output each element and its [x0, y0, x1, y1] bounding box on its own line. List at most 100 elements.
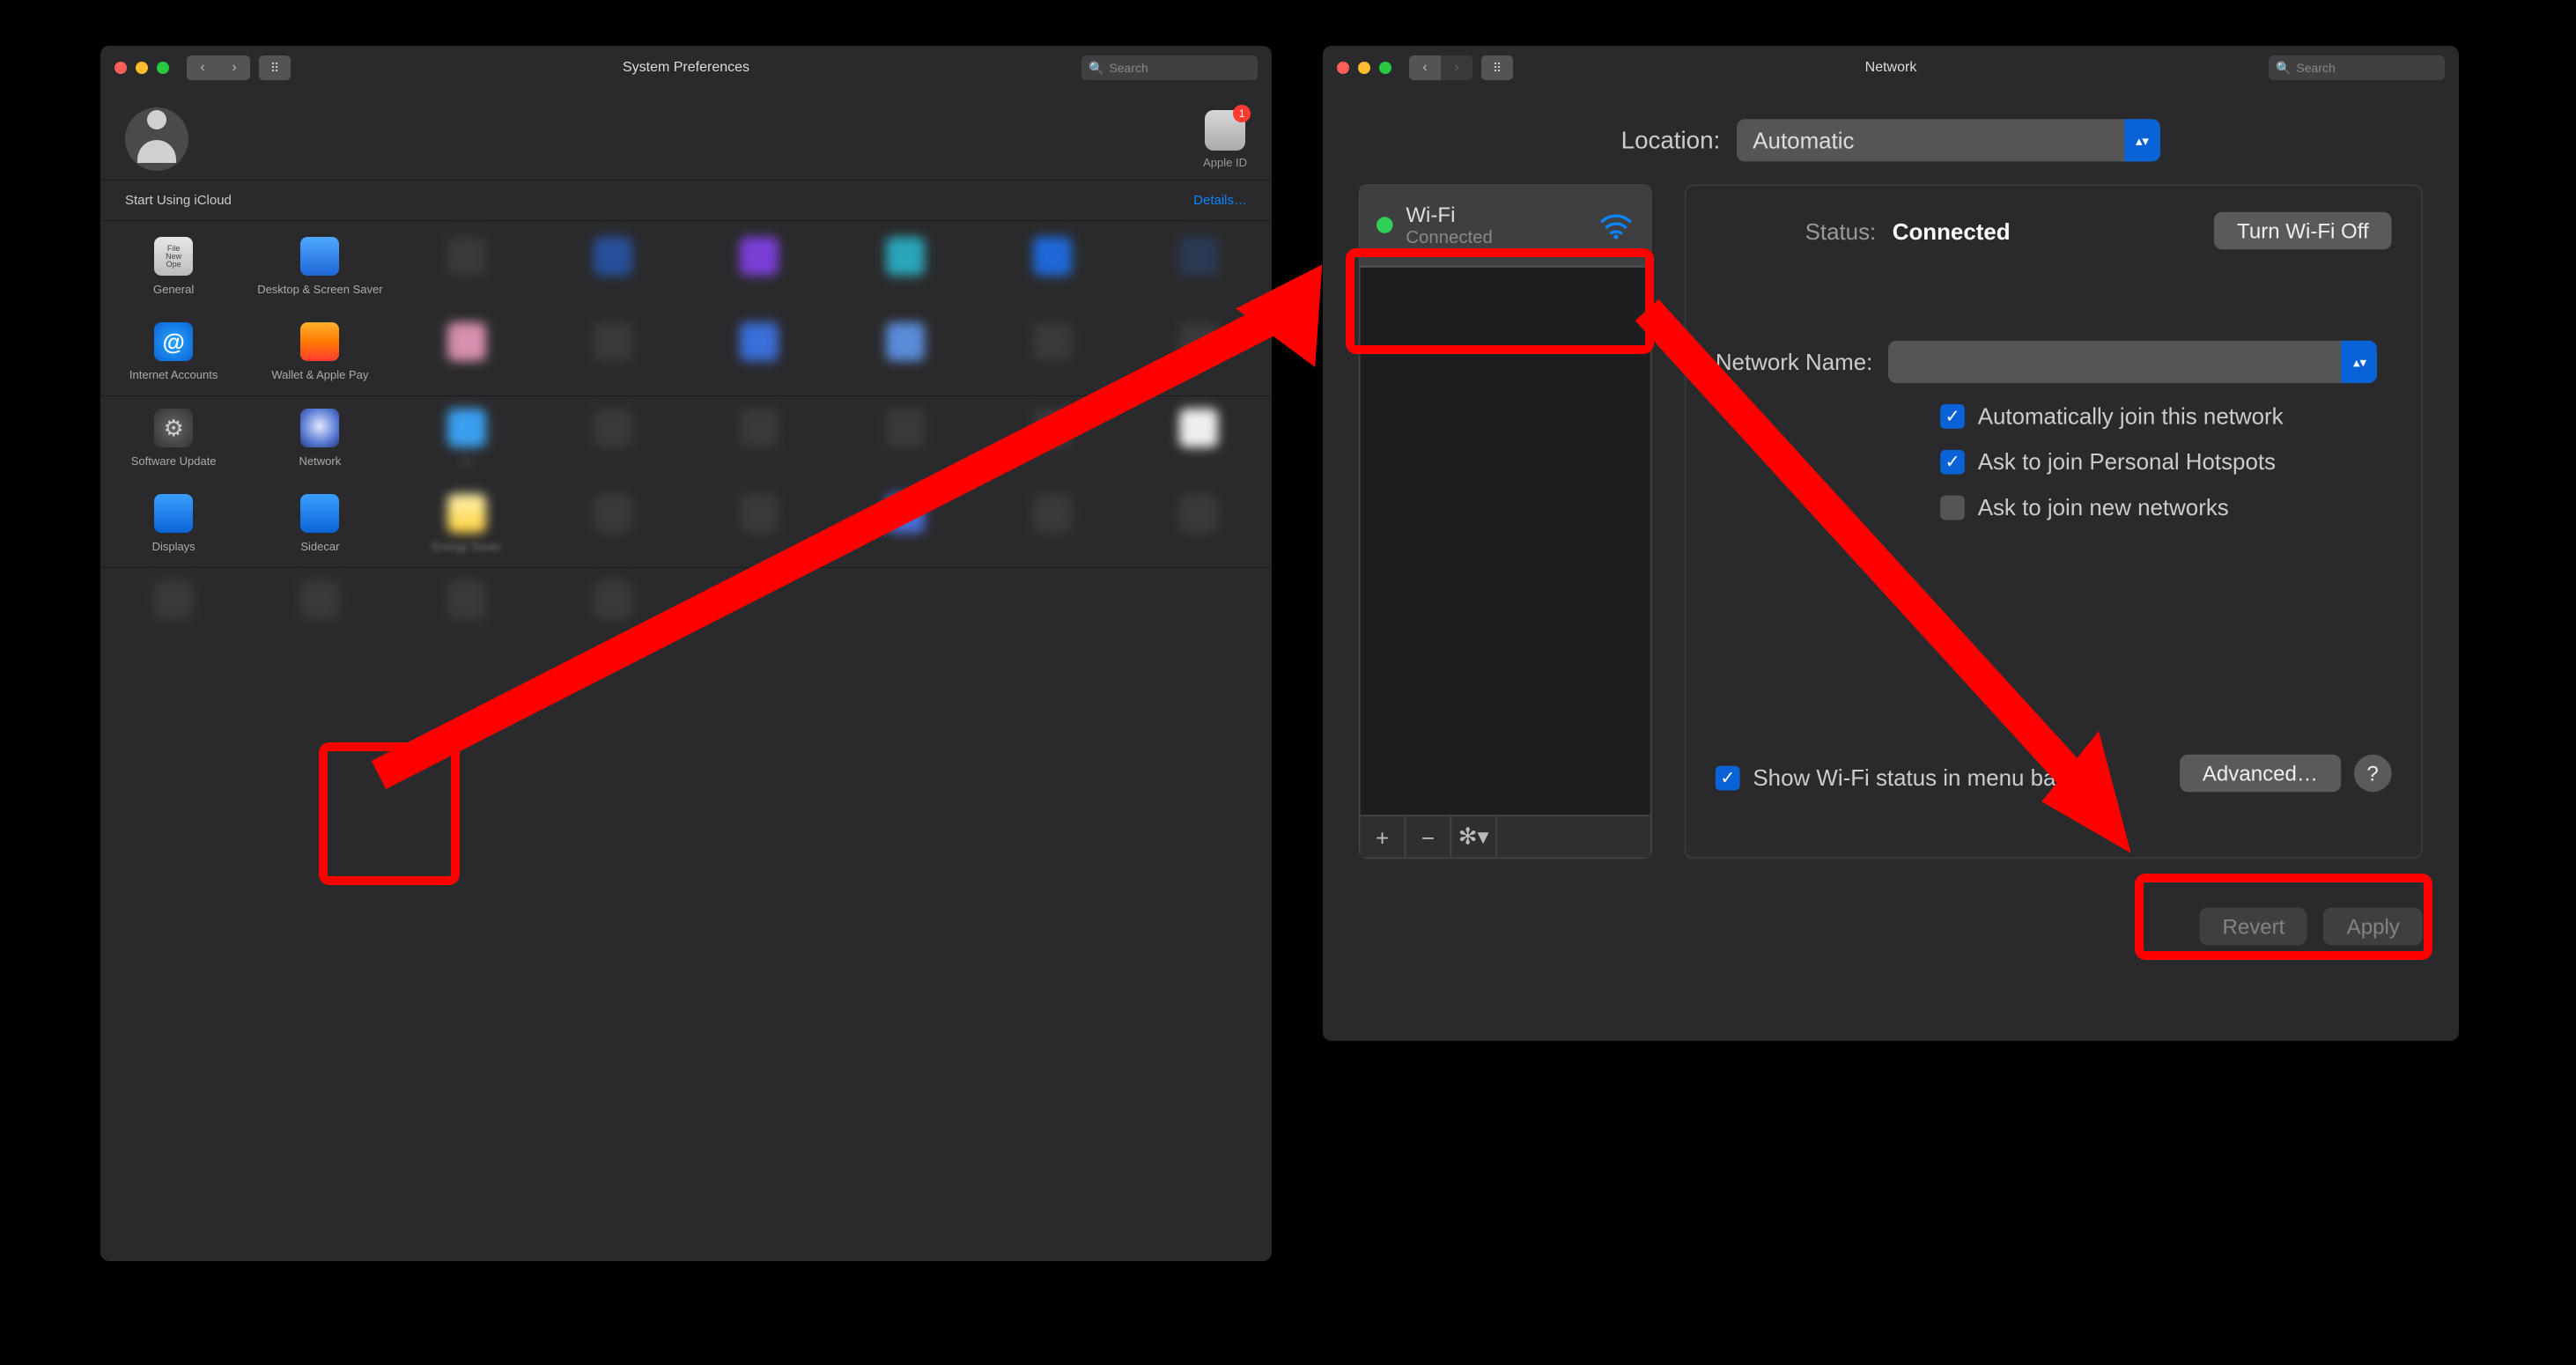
checkbox-hotspots[interactable]: ✓ Ask to join Personal Hotspots [1940, 448, 2391, 475]
minimize-button[interactable] [1358, 62, 1370, 74]
pref-label: Wallet & Apple Pay [271, 368, 368, 381]
add-service-button[interactable]: + [1361, 816, 1406, 857]
location-dropdown[interactable]: Automatic ▴▾ [1737, 119, 2160, 161]
forward-button[interactable]: › [218, 55, 250, 80]
pref-internet-accounts[interactable]: @Internet Accounts [100, 310, 247, 395]
service-wifi[interactable]: Wi-Fi Connected [1361, 186, 1650, 267]
status-value: Connected [1893, 218, 2011, 244]
service-name: Wi-Fi [1406, 203, 1492, 228]
fullscreen-button[interactable] [1379, 62, 1391, 74]
pref-sidecar[interactable]: Sidecar [247, 482, 393, 567]
pref-general[interactable]: FileNewOpeGeneral [100, 225, 247, 310]
help-button[interactable]: ? [2354, 755, 2392, 793]
location-value: Automatic [1753, 128, 1854, 154]
network-name-label: Network Name: [1716, 349, 1872, 375]
minimize-button[interactable] [136, 62, 148, 74]
pref-blurred [979, 310, 1126, 395]
pref-blurred [1126, 482, 1272, 567]
pref-energy-saver[interactable]: Energy Saver [394, 482, 540, 567]
show-all-button[interactable]: ⠿ [1481, 55, 1513, 80]
checkbox-icon: ✓ [1940, 449, 1965, 474]
pref-blurred [394, 225, 540, 310]
service-status: Connected [1406, 227, 1492, 248]
apple-id-button[interactable]: 1 Apple ID [1203, 110, 1247, 169]
highlight-network [319, 742, 460, 885]
pref-blurred [540, 482, 686, 567]
traffic-lights [114, 62, 169, 74]
pref-software-update[interactable]: ⚙ Software Update [100, 396, 247, 482]
remove-service-button[interactable]: − [1406, 816, 1451, 857]
service-text: Wi-Fi Connected [1406, 203, 1492, 249]
checkbox-icon: ✓ [1940, 495, 1965, 520]
advanced-button[interactable]: Advanced… [2180, 755, 2341, 793]
wifi-icon [1598, 211, 1635, 240]
pref-blurred [832, 225, 978, 310]
network-name-row: Network Name: ▴▾ [1716, 341, 2392, 383]
pref-blurred [540, 310, 686, 395]
footer: Revert Apply [1323, 889, 2458, 975]
pref-blurred [1126, 225, 1272, 310]
pref-blurred [979, 396, 1126, 482]
banner-details-link[interactable]: Details… [1193, 193, 1247, 208]
displays-icon [154, 494, 193, 533]
pref-blurred [1126, 396, 1272, 482]
revert-button[interactable]: Revert [2200, 908, 2308, 946]
service-actions-button[interactable]: ✻▾ [1451, 816, 1497, 857]
show-all-button[interactable]: ⠿ [259, 55, 291, 80]
location-row: Location: Automatic ▴▾ [1323, 90, 2458, 184]
search-icon: 🔍 [2276, 61, 2291, 76]
forward-button[interactable]: › [1441, 55, 1473, 80]
fullscreen-button[interactable] [157, 62, 169, 74]
checkbox-icon: ✓ [1716, 765, 1740, 790]
titlebar: ‹ › ⠿ Network 🔍 Search [1323, 46, 2459, 90]
pref-blurred [686, 396, 832, 482]
back-button[interactable]: ‹ [187, 55, 218, 80]
close-button[interactable] [114, 62, 127, 74]
notification-badge: 1 [1233, 105, 1251, 122]
network-name-dropdown[interactable]: ▴▾ [1889, 341, 2378, 383]
pref-network[interactable]: Network [247, 396, 393, 482]
system-preferences-window: ‹ › ⠿ System Preferences 🔍 Search 1 Appl… [100, 46, 1272, 1261]
detail-pane: Status: Connected Turn Wi-Fi Off Network… [1685, 184, 2423, 859]
pref-blurred [979, 482, 1126, 567]
search-field[interactable]: 🔍 Search [2269, 55, 2445, 80]
apple-id-label: Apple ID [1203, 156, 1247, 169]
location-label: Location: [1621, 127, 1721, 154]
apply-button[interactable]: Apply [2324, 908, 2423, 946]
pref-blurred: e [394, 396, 540, 482]
pref-displays[interactable]: Displays [100, 482, 247, 567]
preferences-grid: FileNewOpeGeneral Desktop & Screen Saver… [100, 221, 1272, 653]
software-update-icon: ⚙ [154, 409, 193, 447]
search-field[interactable]: 🔍 Search [1081, 55, 1258, 80]
wallet-icon [300, 322, 339, 361]
avatar[interactable] [125, 107, 188, 171]
checkbox-icon: ✓ [1940, 403, 1965, 428]
desktop-icon [300, 237, 339, 276]
pref-label: Energy Saver [397, 540, 536, 553]
pref-wallet[interactable]: Wallet & Apple Pay [247, 310, 393, 395]
pref-desktop[interactable]: Desktop & Screen Saver [247, 225, 393, 310]
pref-blurred [979, 225, 1126, 310]
pref-blurred [540, 396, 686, 482]
nav-buttons: ‹ › [1409, 55, 1473, 80]
back-button[interactable]: ‹ [1409, 55, 1441, 80]
pref-label: Displays [152, 540, 196, 553]
turn-wifi-off-button[interactable]: Turn Wi-Fi Off [2214, 212, 2391, 250]
pref-label: Desktop & Screen Saver [257, 283, 382, 296]
checkbox-label: Automatically join this network [1978, 402, 2284, 429]
pref-label: Software Update [131, 454, 217, 468]
close-button[interactable] [1337, 62, 1349, 74]
general-icon: FileNewOpe [154, 237, 193, 276]
pref-blurred [247, 568, 393, 653]
pref-blurred [832, 310, 978, 395]
checkbox-auto-join[interactable]: ✓ Automatically join this network [1940, 402, 2391, 429]
person-icon [147, 110, 166, 129]
pref-blurred [100, 568, 247, 653]
pref-label: Sidecar [300, 540, 339, 553]
service-list: Wi-Fi Connected + − ✻▾ [1359, 184, 1652, 859]
pref-label: Internet Accounts [129, 368, 218, 381]
search-placeholder: Search [2296, 61, 2335, 75]
checkbox-new-networks[interactable]: ✓ Ask to join new networks [1940, 494, 2391, 520]
network-window: ‹ › ⠿ Network 🔍 Search Location: Automat… [1323, 46, 2459, 1041]
sidecar-icon [300, 494, 339, 533]
